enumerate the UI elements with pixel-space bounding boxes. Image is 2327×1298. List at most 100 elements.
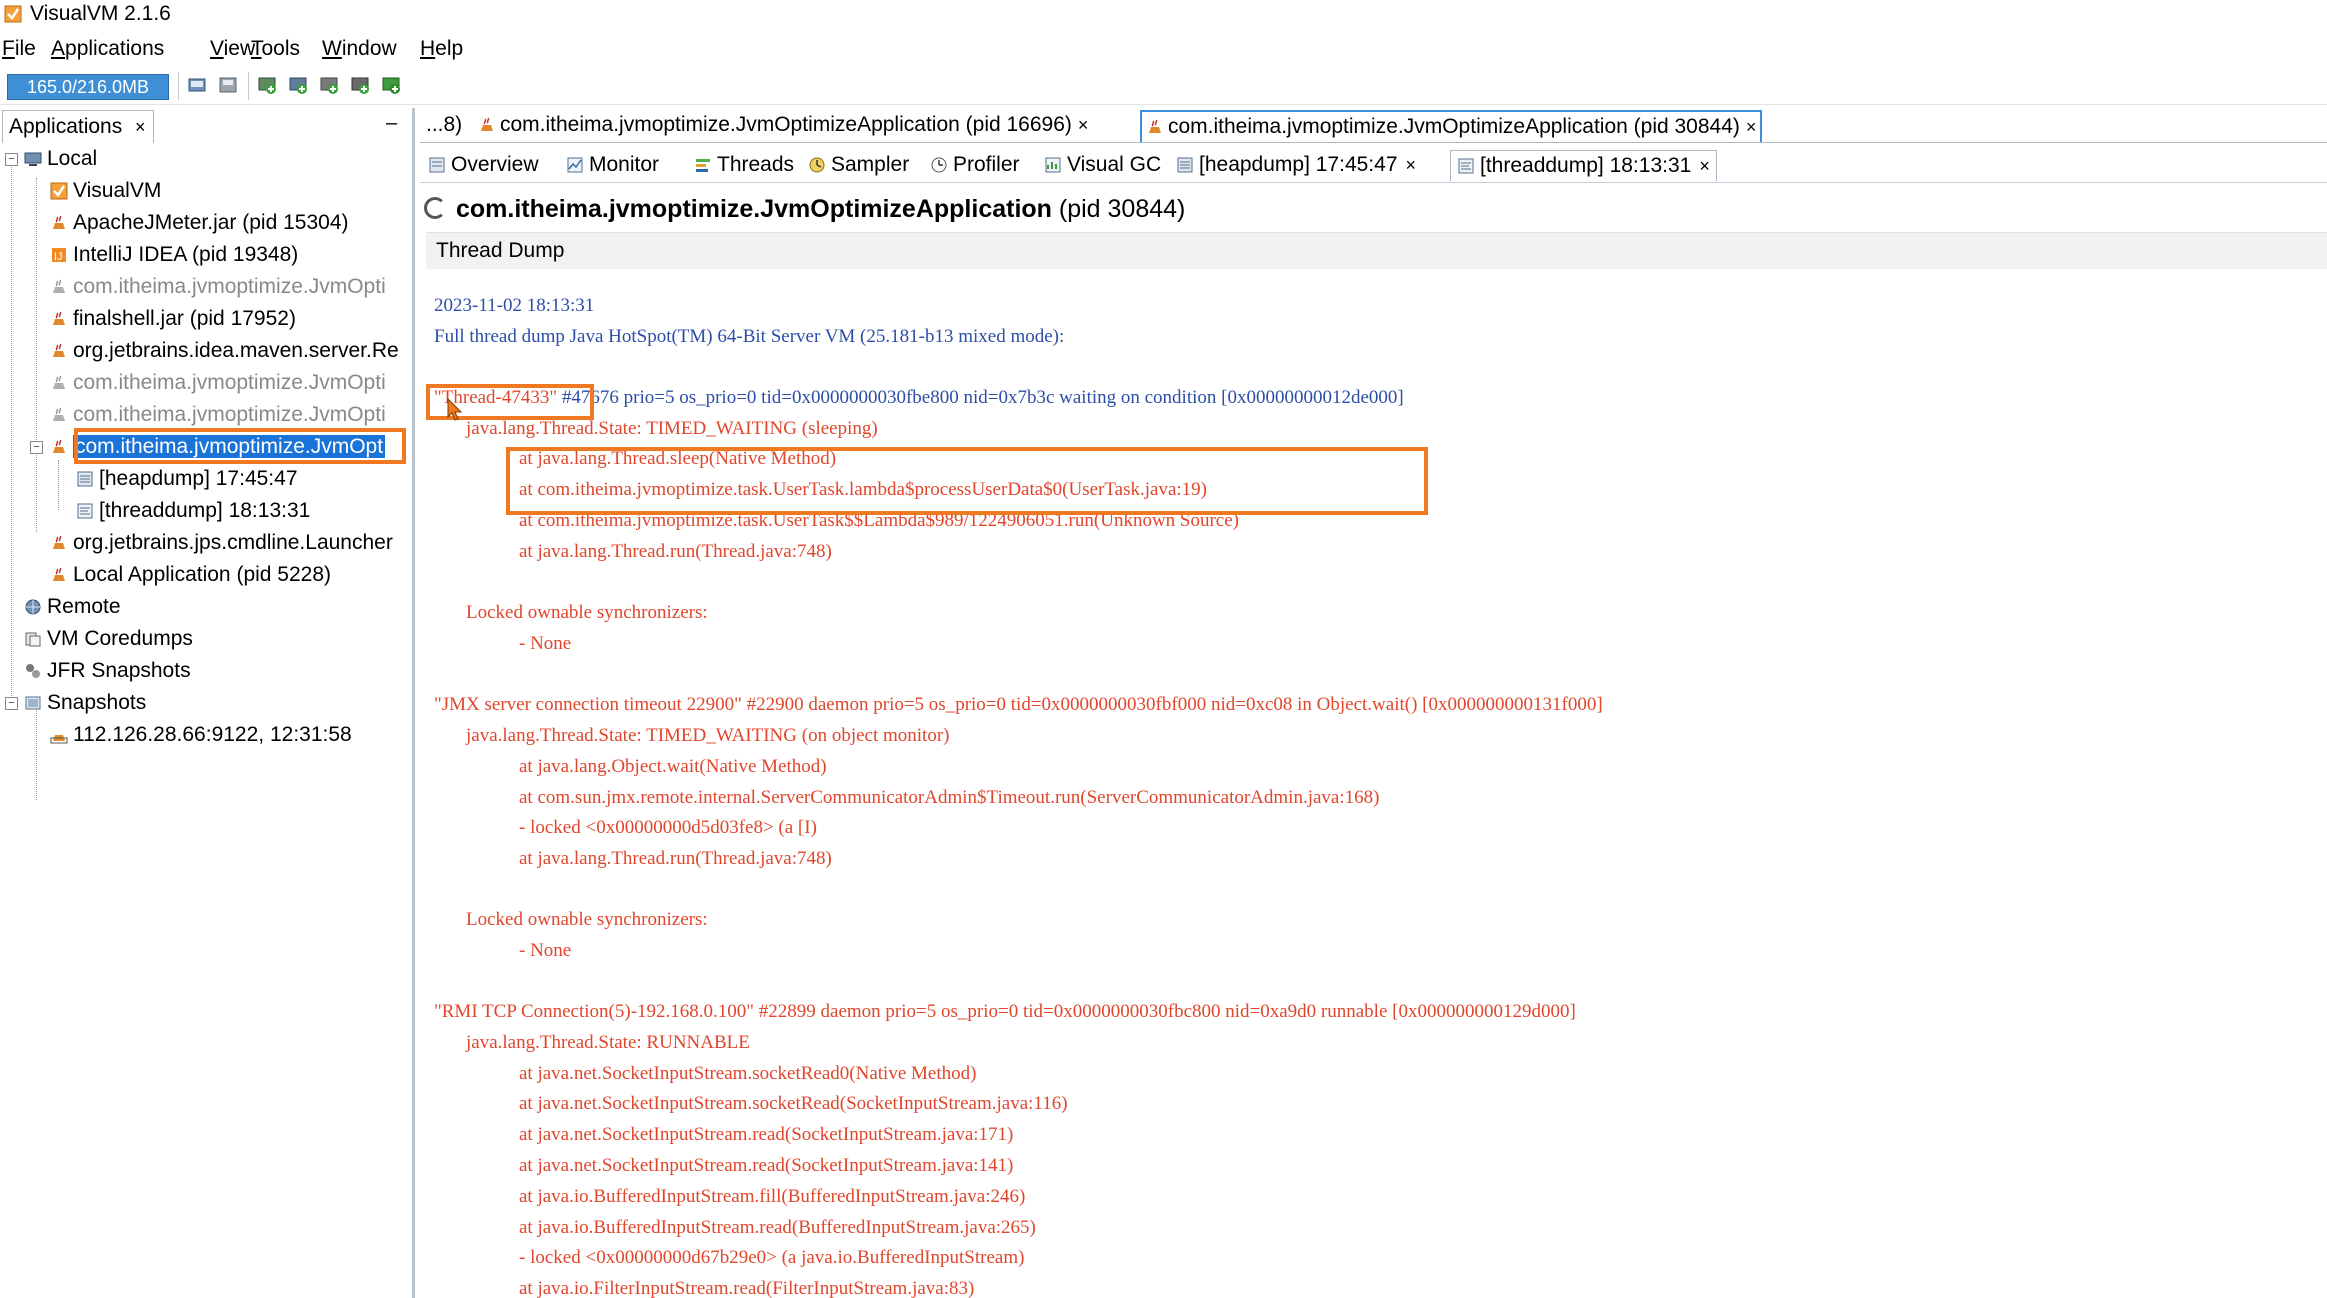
tree-node-jfr-snapshots[interactable]: JFR Snapshots: [24, 656, 191, 686]
toolbar-separator: [248, 72, 249, 100]
highlight-box-selected-app: [74, 428, 406, 464]
close-icon[interactable]: ×: [135, 114, 146, 140]
java-app-icon: [53, 311, 65, 325]
tab-threaddump[interactable]: [threaddump] 18:13:31 ×: [1450, 150, 1717, 181]
overview-icon: [429, 157, 445, 173]
collapse-toggle[interactable]: −: [5, 697, 18, 710]
tree-node-jvmoptimize-3[interactable]: com.itheima.jvmoptimize.JvmOpti: [50, 400, 412, 430]
thread-state: java.lang.Thread.State: TIMED_WAITING (o…: [466, 725, 950, 746]
close-icon[interactable]: ×: [1406, 155, 1417, 175]
menu-file[interactable]: File: [2, 34, 36, 64]
section-title: Thread Dump: [436, 239, 565, 262]
tree-node-finalshell[interactable]: finalshell.jar (pid 17952): [50, 304, 296, 334]
tab-pid-30844[interactable]: com.itheima.jvmoptimize.JvmOptimizeAppli…: [1140, 110, 1763, 142]
tab-monitor[interactable]: Monitor: [566, 150, 659, 180]
application-snapshot-icon: [50, 735, 68, 744]
menu-applications[interactable]: Applications: [51, 34, 164, 64]
tree-node-threaddump[interactable]: [threaddump] 18:13:31: [76, 496, 310, 526]
locked-synchronizers: Locked ownable synchronizers:: [466, 602, 708, 623]
save-snapshot-icon[interactable]: [217, 74, 239, 96]
close-icon[interactable]: ×: [1746, 117, 1757, 137]
tree-node-intellij[interactable]: IJ IntelliJ IDEA (pid 19348): [50, 240, 298, 270]
stack-frame: at java.net.SocketInputStream.read(Socke…: [519, 1155, 1014, 1176]
tree-node-jvmoptimize-1[interactable]: com.itheima.jvmoptimize.JvmOpti: [50, 272, 412, 302]
minimize-panel-button[interactable]: –: [386, 112, 397, 135]
tree-node-jmeter[interactable]: ApacheJMeter.jar (pid 15304): [50, 208, 349, 238]
applications-panel: Applications × – − Local VisualVM Apache…: [0, 108, 415, 1298]
tab-visual-gc[interactable]: Visual GC: [1044, 150, 1161, 180]
dump-timestamp: 2023-11-02 18:13:31: [434, 295, 595, 316]
tree-node-local-application[interactable]: Local Application (pid 5228): [50, 560, 331, 590]
stack-frame: at java.lang.Thread.run(Thread.java:748): [519, 848, 832, 869]
local-host-icon: [24, 152, 42, 166]
heapdump-icon: [1177, 157, 1193, 173]
thread-header-line: "JMX server connection timeout 22900" #2…: [434, 694, 1603, 715]
java-app-icon: [53, 439, 65, 453]
visualvm-logo-icon: [4, 5, 22, 23]
java-app-icon: [53, 535, 65, 549]
tree-node-visualvm[interactable]: VisualVM: [50, 176, 161, 206]
thread-dump-section-header: Thread Dump: [426, 232, 2327, 269]
application-header: com.itheima.jvmoptimize.JvmOptimizeAppli…: [424, 190, 1185, 228]
tab-sampler[interactable]: Sampler: [808, 150, 909, 180]
applications-tab-label: Applications: [9, 115, 123, 138]
collapse-toggle[interactable]: −: [5, 153, 18, 166]
java-app-icon: [53, 375, 65, 389]
tab-profiler[interactable]: Profiler: [930, 150, 1020, 180]
memory-indicator[interactable]: 165.0/216.0MB: [7, 74, 169, 100]
toolbar: 165.0/216.0MB: [0, 66, 2327, 105]
heapdump-icon: [77, 471, 93, 487]
tab-overview[interactable]: Overview: [428, 150, 539, 180]
compare-snapshots-icon[interactable]: [380, 74, 402, 96]
tree-node-jvmoptimize-2[interactable]: com.itheima.jvmoptimize.JvmOpti: [50, 368, 412, 398]
tree-node-local[interactable]: Local: [24, 144, 97, 174]
tab-threads[interactable]: Threads: [694, 150, 794, 180]
dump-header: Full thread dump Java HotSpot(TM) 64-Bit…: [434, 326, 1065, 347]
java-app-icon: [53, 343, 65, 357]
tab-overflow[interactable]: ...8): [426, 110, 462, 140]
load-application-snapshot-icon[interactable]: [186, 74, 208, 96]
menu-tools[interactable]: Tools: [251, 34, 300, 64]
jfr-icon: [26, 664, 40, 678]
java-app-icon: [53, 279, 65, 293]
tab-heapdump[interactable]: [heapdump] 17:45:47 ×: [1176, 150, 1416, 180]
stack-frame: at java.net.SocketInputStream.read(Socke…: [519, 1124, 1014, 1145]
sampler-icon: [809, 157, 825, 173]
close-icon[interactable]: ×: [1078, 115, 1089, 135]
java-app-icon: [53, 407, 65, 421]
menu-help[interactable]: Help: [420, 34, 463, 64]
java-app-icon: [1149, 119, 1161, 133]
add-jfr-snapshot-icon[interactable]: [349, 74, 371, 96]
highlight-box-stack-frames: [506, 447, 1428, 515]
applications-tab[interactable]: Applications ×: [2, 110, 154, 143]
tab-pid-30844-label: com.itheima.jvmoptimize.JvmOptimizeAppli…: [1168, 115, 1740, 138]
tree-node-snapshot-item[interactable]: 112.126.28.66:9122, 12:31:58: [50, 720, 352, 750]
tree-node-vm-coredumps[interactable]: VM Coredumps: [24, 624, 193, 654]
thread-header-line: "RMI TCP Connection(5)-192.168.0.100" #2…: [434, 1001, 1576, 1022]
close-icon[interactable]: ×: [1699, 156, 1710, 176]
monitor-icon: [567, 157, 583, 173]
thread-state: java.lang.Thread.State: TIMED_WAITING (s…: [466, 418, 878, 439]
tree-node-jps-launcher[interactable]: org.jetbrains.jps.cmdline.Launcher: [50, 528, 412, 558]
java-app-icon: [53, 215, 65, 229]
add-remote-host-icon[interactable]: [287, 74, 309, 96]
menu-window[interactable]: Window: [322, 34, 397, 64]
thread-state: java.lang.Thread.State: RUNNABLE: [466, 1032, 750, 1053]
tree-line: [36, 704, 37, 800]
toolbar-separator: [178, 72, 179, 100]
tree-node-snapshots[interactable]: Snapshots: [24, 688, 146, 718]
threads-icon: [696, 159, 710, 172]
stack-frame: at java.lang.Thread.run(Thread.java:748): [519, 541, 832, 562]
tree-node-heapdump[interactable]: [heapdump] 17:45:47: [76, 464, 298, 494]
view-tab-bar: Overview Monitor Threads Sampler Profile…: [420, 146, 2327, 183]
tree-node-remote[interactable]: Remote: [24, 592, 121, 622]
collapse-toggle[interactable]: −: [30, 441, 43, 454]
stack-frame: - locked <0x00000000d5d03fe8> (a [I): [519, 817, 817, 838]
add-vm-coredump-icon[interactable]: [318, 74, 340, 96]
tree-node-maven-server[interactable]: org.jetbrains.idea.maven.server.Re: [50, 336, 412, 366]
stack-frame: at com.sun.jmx.remote.internal.ServerCom…: [519, 787, 1380, 808]
menu-view[interactable]: View: [210, 34, 255, 64]
stack-frame: at java.net.SocketInputStream.socketRead…: [519, 1093, 1068, 1114]
tab-pid-16696[interactable]: com.itheima.jvmoptimize.JvmOptimizeAppli…: [478, 110, 1088, 140]
add-jmx-connection-icon[interactable]: [256, 74, 278, 96]
